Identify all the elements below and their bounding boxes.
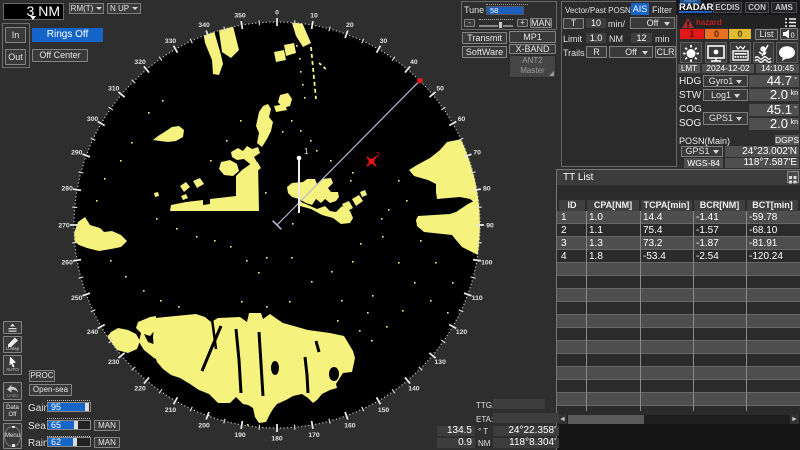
svg-text:140: 140	[408, 386, 420, 393]
svg-text:180: 180	[271, 435, 283, 442]
svg-text:30: 30	[380, 38, 388, 45]
svg-text:130: 130	[435, 359, 447, 366]
svg-text:150: 150	[378, 407, 390, 414]
svg-text:120: 120	[456, 329, 468, 336]
svg-text:50: 50	[436, 85, 444, 92]
svg-text:0: 0	[791, 31, 795, 40]
svg-text:40: 40	[410, 59, 418, 66]
svg-text:350: 350	[234, 13, 246, 20]
svg-text:220: 220	[134, 386, 146, 393]
svg-text:10: 10	[310, 13, 318, 20]
svg-text:330: 330	[165, 38, 177, 45]
svg-text:240: 240	[87, 329, 99, 336]
svg-text:110: 110	[472, 295, 483, 302]
svg-text:90: 90	[486, 222, 494, 229]
svg-text:20: 20	[346, 22, 354, 29]
svg-text:230: 230	[108, 359, 120, 366]
svg-text:300: 300	[87, 116, 99, 123]
svg-text:290: 290	[71, 149, 83, 156]
svg-text:160: 160	[344, 423, 356, 430]
svg-text:80: 80	[483, 185, 491, 192]
svg-text:320: 320	[134, 59, 146, 66]
svg-text:60: 60	[458, 116, 466, 123]
svg-text:0: 0	[275, 9, 279, 16]
svg-text:260: 260	[62, 259, 74, 266]
svg-text:170: 170	[308, 432, 320, 439]
svg-text:70: 70	[473, 149, 481, 156]
svg-text:280: 280	[62, 185, 74, 192]
svg-text:200: 200	[198, 423, 210, 430]
svg-text:190: 190	[234, 432, 246, 439]
svg-text:100: 100	[481, 259, 493, 266]
svg-text:1: 1	[304, 147, 309, 156]
svg-text:270: 270	[58, 222, 70, 229]
svg-text:2: 2	[376, 152, 380, 159]
svg-text:310: 310	[108, 85, 120, 92]
svg-text:340: 340	[198, 22, 210, 29]
svg-text:210: 210	[165, 407, 177, 414]
svg-text:250: 250	[71, 295, 83, 302]
